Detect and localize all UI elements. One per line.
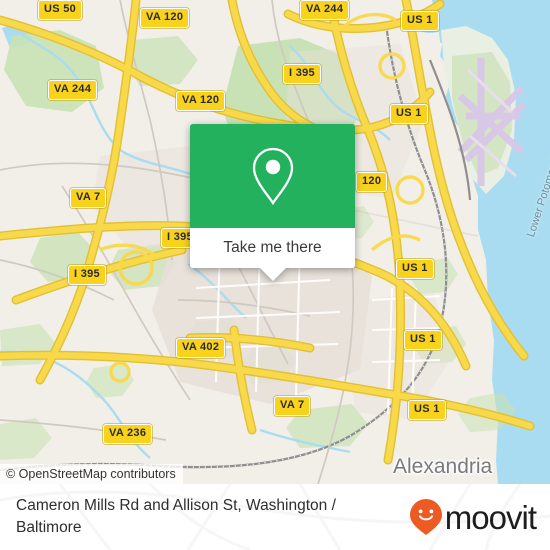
map-pin-icon xyxy=(252,147,293,206)
road-shield: US 50 xyxy=(38,0,83,20)
road-shield: US 1 xyxy=(401,11,439,31)
road-shield: I 395 xyxy=(283,64,321,84)
moovit-pin-smiley-icon xyxy=(409,499,442,535)
popup-action-label: Take me there xyxy=(223,239,322,256)
road-shield: VA 244 xyxy=(300,0,350,20)
popup-tail xyxy=(259,268,286,281)
moovit-wordmark: moovit xyxy=(444,498,537,536)
road-shield: VA 236 xyxy=(103,424,153,444)
footer-bar: Cameron Mills Rd and Allison St, Washing… xyxy=(0,484,550,550)
road-shield: VA 7 xyxy=(274,396,311,416)
road-shield: I 395 xyxy=(68,265,106,285)
road-shield: VA 120 xyxy=(140,8,190,28)
moovit-map-screenshot: US 50 VA 120 VA 244 US 1 VA 244 I 395 VA 120 US… xyxy=(0,0,550,550)
road-shield: US 1 xyxy=(404,330,442,350)
moovit-logo[interactable]: moovit xyxy=(409,498,537,536)
popup-icon-area xyxy=(190,124,355,228)
place-label: Alexandria xyxy=(393,455,493,478)
location-title: Cameron Mills Rd and Allison St, Washing… xyxy=(16,496,336,536)
road-shield: 120 xyxy=(356,172,388,192)
osm-attribution[interactable]: © OpenStreetMap contributors xyxy=(0,464,183,484)
popup-action-area[interactable]: Take me there xyxy=(190,228,355,268)
road-shield: VA 120 xyxy=(176,91,226,111)
road-shield: VA 7 xyxy=(70,188,107,208)
road-shield: US 1 xyxy=(408,400,446,420)
road-shield: VA 244 xyxy=(48,80,98,100)
take-me-there-popup[interactable]: Take me there xyxy=(190,124,355,281)
road-shield: VA 402 xyxy=(176,338,226,358)
road-shield: US 1 xyxy=(390,104,428,124)
road-shield: US 1 xyxy=(396,259,434,279)
